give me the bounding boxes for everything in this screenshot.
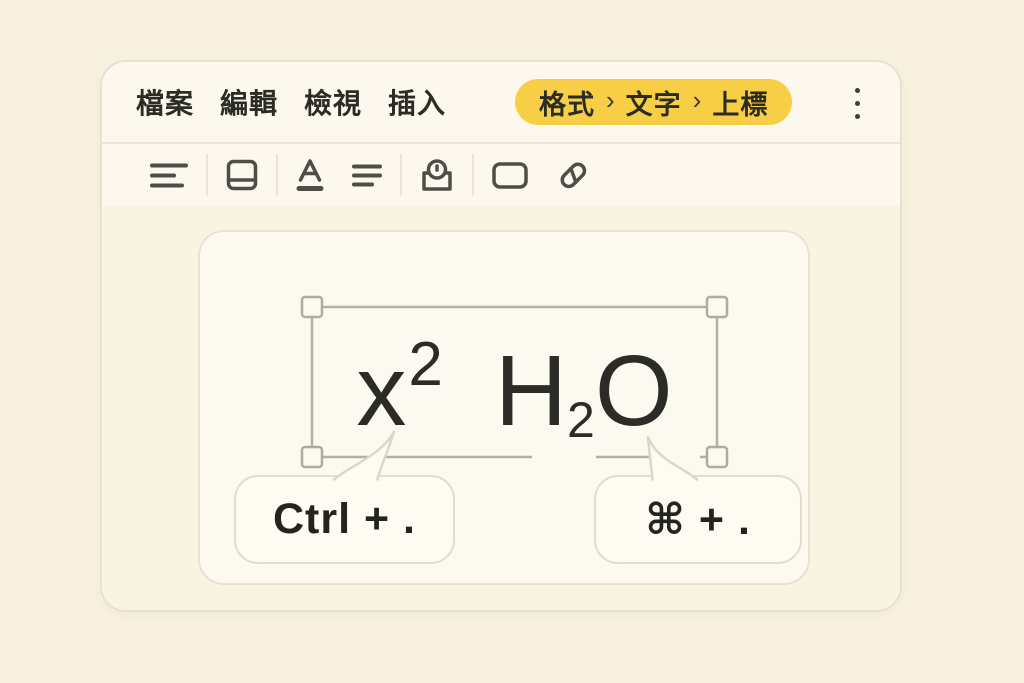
toolbar bbox=[102, 144, 900, 208]
breadcrumb-part-format[interactable]: 格式 bbox=[539, 83, 595, 122]
menu-bar: 檔案 編輯 檢視 插入 格式 › 文字 › 上標 bbox=[102, 62, 900, 144]
shape-icon[interactable] bbox=[492, 155, 528, 195]
link-icon[interactable] bbox=[556, 155, 590, 195]
text-color-icon[interactable] bbox=[296, 155, 324, 195]
format-lines-icon[interactable] bbox=[150, 155, 188, 195]
page-section-icon[interactable] bbox=[226, 155, 258, 195]
menu-item-insert[interactable]: 插入 bbox=[388, 82, 446, 122]
chevron-right-icon: › bbox=[606, 84, 615, 115]
formula-subscript-2: 2 bbox=[567, 392, 595, 448]
shortcut-bubble-ctrl: Ctrl + . bbox=[234, 475, 455, 564]
toolbar-divider bbox=[400, 154, 402, 196]
breadcrumb-format-text-superscript[interactable]: 格式 › 文字 › 上標 bbox=[515, 79, 793, 125]
breadcrumb-part-superscript[interactable]: 上標 bbox=[712, 83, 768, 122]
toolbar-divider bbox=[276, 154, 278, 196]
toolbar-divider bbox=[472, 154, 474, 196]
formula-text: x 2 H 2 O bbox=[312, 307, 717, 457]
formula-base-x: x bbox=[356, 335, 407, 447]
menu-item-file[interactable]: 檔案 bbox=[136, 82, 194, 122]
editor-window: 檔案 編輯 檢視 插入 格式 › 文字 › 上標 x 2 H 2 O Ctrl … bbox=[100, 60, 902, 612]
chevron-right-icon: › bbox=[692, 84, 702, 115]
illustration-background: 檔案 編輯 檢視 插入 格式 › 文字 › 上標 x 2 H 2 O Ctrl … bbox=[0, 0, 1024, 683]
menu-item-edit[interactable]: 編輯 bbox=[220, 82, 278, 122]
voice-input-icon[interactable] bbox=[420, 155, 454, 195]
document-page: x 2 H 2 O Ctrl + . ⌘ + . bbox=[198, 230, 810, 585]
breadcrumb-part-text[interactable]: 文字 bbox=[626, 83, 682, 122]
align-left-icon[interactable] bbox=[352, 155, 382, 195]
document-canvas: x 2 H 2 O Ctrl + . ⌘ + . bbox=[102, 206, 900, 610]
formula-superscript-2: 2 bbox=[408, 330, 443, 399]
shortcut-label-mac: ⌘ + . bbox=[645, 495, 751, 544]
overflow-menu-icon[interactable] bbox=[843, 83, 871, 123]
formula-h: H bbox=[494, 335, 568, 447]
formula-o: O bbox=[594, 335, 673, 447]
shortcut-label-windows: Ctrl + . bbox=[272, 495, 416, 543]
shortcut-bubble-cmd: ⌘ + . bbox=[594, 475, 802, 564]
menu-item-view[interactable]: 檢視 bbox=[304, 82, 362, 122]
toolbar-divider bbox=[206, 154, 208, 196]
